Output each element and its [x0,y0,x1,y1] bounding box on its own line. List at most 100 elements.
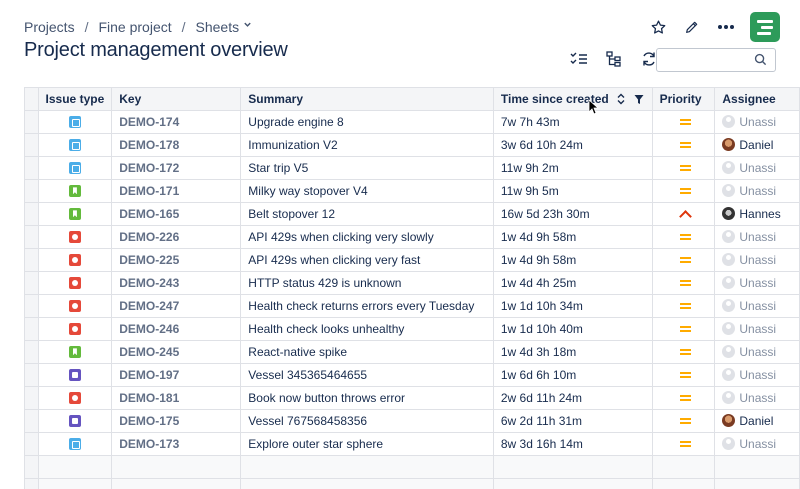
cell-issue-type[interactable] [38,363,113,387]
column-header-time-since-created[interactable]: Time since created [493,88,653,111]
cell-issue-type[interactable] [38,110,113,134]
search-input[interactable] [657,49,753,71]
cell-issue-type[interactable] [38,248,113,272]
search-icon[interactable] [754,53,768,67]
cell-assignee[interactable]: Unassi [714,432,800,456]
cell-priority[interactable] [652,386,716,410]
row-handle[interactable] [24,340,39,364]
cell-assignee[interactable]: Unassi [714,156,800,180]
cell-assignee[interactable]: Unassi [714,271,800,295]
table-row[interactable]: DEMO-246 Health check looks unhealthy 1w 1… [24,317,800,341]
column-header-summary[interactable]: Summary [240,88,494,111]
cell-time-since-created[interactable]: 1w 4d 3h 18m [493,340,653,364]
cell-issue-type[interactable] [38,409,113,433]
breadcrumb-projects[interactable]: Projects [24,19,75,35]
chevron-down-icon[interactable] [243,20,252,32]
cell-summary[interactable]: Vessel 767568458356 [240,409,494,433]
cell-key[interactable]: DEMO-172 [111,156,242,180]
cell-summary[interactable]: Book now button throws error [240,386,494,410]
cell-time-since-created[interactable]: 1w 1d 10h 34m [493,294,653,318]
cell-key[interactable]: DEMO-175 [111,409,242,433]
cell-key[interactable]: DEMO-165 [111,202,242,226]
table-row[interactable]: DEMO-245 React-native spike 1w 4d 3h 18m Un… [24,340,800,364]
cell-key[interactable]: DEMO-173 [111,432,242,456]
cell-issue-type[interactable] [38,133,113,157]
cell-priority[interactable] [652,432,716,456]
cell-issue-type[interactable] [38,340,113,364]
cell-summary[interactable]: Vessel 345365464655 [240,363,494,387]
cell-assignee[interactable]: Unassi [714,179,800,203]
cell-summary[interactable]: Health check returns errors every Tuesda… [240,294,494,318]
cell-priority[interactable] [652,248,716,272]
column-header-issue-type[interactable]: Issue type [38,88,113,111]
column-header-key[interactable]: Key [111,88,242,111]
cell-summary[interactable]: React-native spike [240,340,494,364]
cell-assignee[interactable]: Unassi [714,110,800,134]
row-handle[interactable] [24,271,39,295]
table-row[interactable]: DEMO-225 API 429s when clicking very fast… [24,248,800,272]
row-handle[interactable] [24,432,39,456]
cell-time-since-created[interactable]: 11w 9h 5m [493,179,653,203]
cell-issue-type[interactable] [38,156,113,180]
cell-priority[interactable] [652,110,716,134]
cell-summary[interactable]: Milky way stopover V4 [240,179,494,203]
cell-assignee[interactable]: Unassi [714,363,800,387]
row-handle[interactable] [24,248,39,272]
cell-time-since-created[interactable]: 1w 1d 10h 40m [493,317,653,341]
row-handle[interactable] [24,133,39,157]
table-row[interactable]: DEMO-171 Milky way stopover V4 11w 9h 5m Un… [24,179,800,203]
cell-summary[interactable]: Belt stopover 12 [240,202,494,226]
cell-summary[interactable]: Upgrade engine 8 [240,110,494,134]
row-handle[interactable] [24,409,39,433]
cell-time-since-created[interactable]: 1w 4d 9h 58m [493,225,653,249]
cell-summary[interactable]: HTTP status 429 is unknown [240,271,494,295]
cell-time-since-created[interactable]: 1w 4d 4h 25m [493,271,653,295]
cell-priority[interactable] [652,363,716,387]
cell-assignee[interactable]: Daniel [714,409,800,433]
breadcrumb-sheets[interactable]: Sheets [196,19,240,35]
table-row[interactable]: DEMO-197 Vessel 345365464655 1w 6d 6h 10m U… [24,363,800,387]
cell-key[interactable]: DEMO-171 [111,179,242,203]
cell-time-since-created[interactable]: 1w 6d 6h 10m [493,363,653,387]
table-row[interactable]: DEMO-173 Explore outer star sphere 8w 3d 1… [24,432,800,456]
table-row[interactable]: DEMO-243 HTTP status 429 is unknown 1w 4d … [24,271,800,295]
cell-priority[interactable] [652,156,716,180]
cell-issue-type[interactable] [38,294,113,318]
cell-issue-type[interactable] [38,432,113,456]
cell-issue-type[interactable] [38,386,113,410]
cell-issue-type[interactable] [38,202,113,226]
cell-summary[interactable]: Health check looks unhealthy [240,317,494,341]
cell-time-since-created[interactable]: 3w 6d 10h 24m [493,133,653,157]
cell-assignee[interactable]: Daniel [714,133,800,157]
cell-time-since-created[interactable]: 8w 3d 16h 14m [493,432,653,456]
cell-key[interactable]: DEMO-197 [111,363,242,387]
cell-issue-type[interactable] [38,179,113,203]
cell-time-since-created[interactable]: 6w 2d 11h 31m [493,409,653,433]
cell-priority[interactable] [652,179,716,203]
cell-priority[interactable] [652,317,716,341]
cell-priority[interactable] [652,409,716,433]
table-row[interactable]: DEMO-172 Star trip V5 11w 9h 2m Unassi [24,156,800,180]
cell-time-since-created[interactable]: 7w 7h 43m [493,110,653,134]
breadcrumb-project[interactable]: Fine project [98,19,171,35]
row-handle[interactable] [24,386,39,410]
table-row[interactable]: DEMO-178 Immunization V2 3w 6d 10h 24m Dani… [24,133,800,157]
cell-priority[interactable] [652,294,716,318]
filter-icon[interactable] [632,92,646,106]
row-handle[interactable] [24,363,39,387]
row-handle[interactable] [24,110,39,134]
cell-summary[interactable]: Star trip V5 [240,156,494,180]
cell-summary[interactable]: Immunization V2 [240,133,494,157]
cell-assignee[interactable]: Unassi [714,248,800,272]
cell-time-since-created[interactable]: 16w 5d 23h 30m [493,202,653,226]
cell-key[interactable]: DEMO-178 [111,133,242,157]
row-handle[interactable] [24,179,39,203]
row-handle[interactable] [24,156,39,180]
cell-priority[interactable] [652,340,716,364]
hierarchy-icon[interactable] [605,50,623,68]
more-icon[interactable] [716,17,736,37]
cell-summary[interactable]: Explore outer star sphere [240,432,494,456]
sort-icon[interactable] [614,92,628,106]
row-handle[interactable] [24,225,39,249]
column-header-assignee[interactable]: Assignee [714,88,800,111]
